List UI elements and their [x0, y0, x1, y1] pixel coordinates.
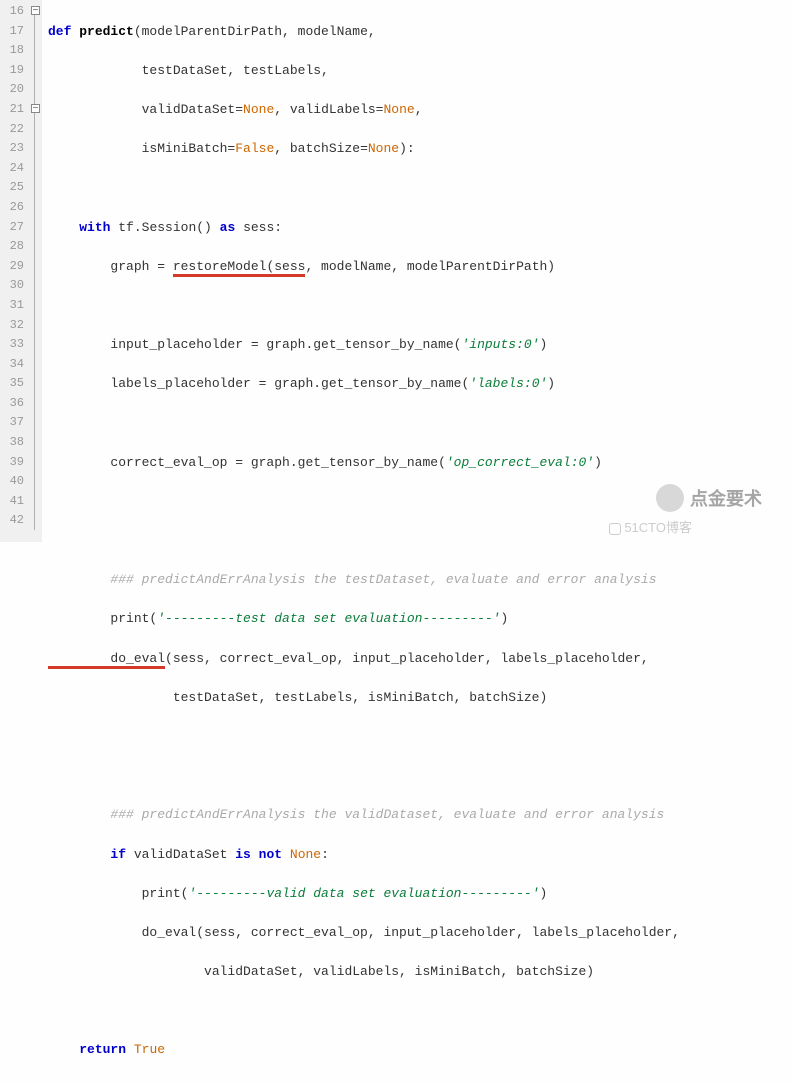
line-number: 37 [0, 413, 24, 433]
line-number: 27 [0, 218, 24, 238]
line-number: 19 [0, 61, 24, 81]
code-editor[interactable]: 16 17 18 19 20 21 22 23 24 25 26 27 28 2… [0, 0, 792, 542]
code-line [48, 766, 792, 786]
line-number: 40 [0, 472, 24, 492]
code-line: ### predictAndErrAnalysis the testDatase… [48, 570, 792, 590]
line-number: 24 [0, 159, 24, 179]
line-number: 35 [0, 374, 24, 394]
line-number-gutter: 16 17 18 19 20 21 22 23 24 25 26 27 28 2… [0, 0, 28, 542]
code-line: if validDataSet is not None: [48, 845, 792, 865]
code-line: do_eval(sess, correct_eval_op, input_pla… [48, 649, 792, 669]
line-number: 42 [0, 511, 24, 531]
code-line: isMiniBatch=False, batchSize=None): [48, 139, 792, 159]
fold-gutter [28, 0, 42, 542]
code-line [48, 413, 792, 433]
line-number: 22 [0, 120, 24, 140]
line-number: 30 [0, 276, 24, 296]
code-line: validDataSet, validLabels, isMiniBatch, … [48, 962, 792, 982]
code-line [48, 178, 792, 198]
code-line: do_eval(sess, correct_eval_op, input_pla… [48, 923, 792, 943]
code-line: def predict(modelParentDirPath, modelNam… [48, 22, 792, 42]
code-line: correct_eval_op = graph.get_tensor_by_na… [48, 453, 792, 473]
line-number: 29 [0, 257, 24, 277]
line-number: 18 [0, 41, 24, 61]
code-line: print('---------valid data set evaluatio… [48, 884, 792, 904]
line-number: 32 [0, 316, 24, 336]
line-number: 31 [0, 296, 24, 316]
line-number: 17 [0, 22, 24, 42]
code-line: validDataSet=None, validLabels=None, [48, 100, 792, 120]
line-number: 20 [0, 80, 24, 100]
code-line: with tf.Session() as sess: [48, 218, 792, 238]
line-number: 39 [0, 453, 24, 473]
watermark-avatar-icon [656, 484, 684, 512]
fold-toggle-icon[interactable] [31, 6, 40, 15]
line-number: 28 [0, 237, 24, 257]
underline-annotation: do_eval [48, 651, 165, 669]
fold-toggle-icon[interactable] [31, 104, 40, 113]
line-number: 23 [0, 139, 24, 159]
watermark-source: 51CTO博客 [609, 517, 692, 536]
line-number: 26 [0, 198, 24, 218]
line-number: 16 [0, 2, 24, 22]
code-line: testDataSet, testLabels, isMiniBatch, ba… [48, 688, 792, 708]
line-number: 41 [0, 492, 24, 512]
line-number: 25 [0, 178, 24, 198]
code-line: labels_placeholder = graph.get_tensor_by… [48, 374, 792, 394]
at-icon [609, 523, 621, 535]
line-number: 34 [0, 355, 24, 375]
line-number: 36 [0, 394, 24, 414]
code-area[interactable]: def predict(modelParentDirPath, modelNam… [42, 0, 792, 542]
code-line [48, 1001, 792, 1021]
code-line [48, 296, 792, 316]
line-number: 38 [0, 433, 24, 453]
code-line: ### predictAndErrAnalysis the validDatas… [48, 805, 792, 825]
code-line [48, 727, 792, 747]
code-line: print('---------test data set evaluation… [48, 609, 792, 629]
code-line: return True [48, 1040, 792, 1060]
code-line: testDataSet, testLabels, [48, 61, 792, 81]
line-number: 33 [0, 335, 24, 355]
watermark-text: 点金要术 [690, 485, 762, 511]
watermark-wechat: 点金要术 [656, 484, 762, 512]
code-line: graph = restoreModel(sess, modelName, mo… [48, 257, 792, 277]
code-line: input_placeholder = graph.get_tensor_by_… [48, 335, 792, 355]
line-number: 21 [0, 100, 24, 120]
underline-annotation: restoreModel(sess [173, 259, 306, 277]
